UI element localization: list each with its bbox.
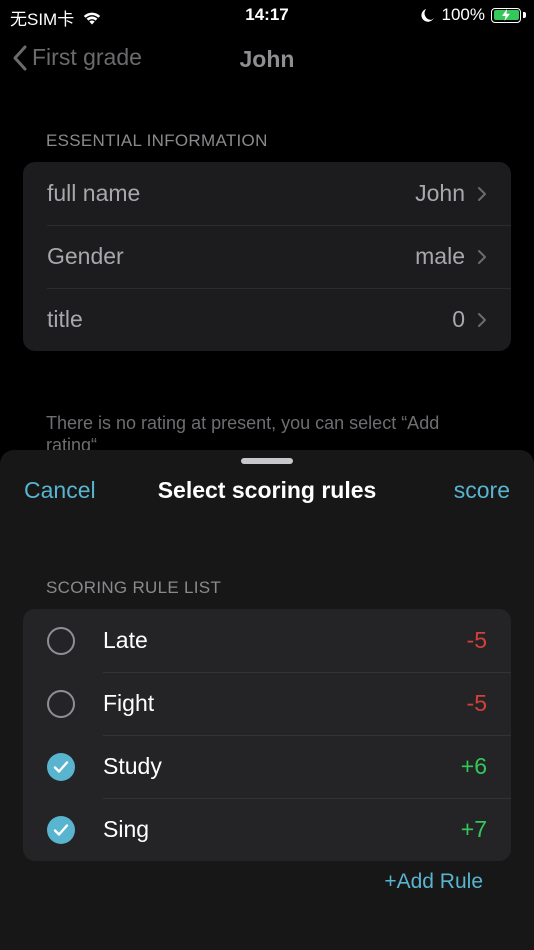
rule-name: Study [103,753,162,779]
row-gender[interactable]: Gender male [23,225,511,288]
row-full-name[interactable]: full name John [23,162,511,225]
rule-row-fight[interactable]: Fight -5 [23,672,511,735]
status-right: 100% [420,5,526,25]
radio-unchecked[interactable] [47,689,75,718]
row-label: full name [47,180,141,206]
rules-card: Late -5 Fight -5 Study +6 Sing +7 [23,609,511,861]
row-value: 0 [452,306,465,332]
rule-list-header: SCORING RULE LIST [46,578,222,597]
checkmark-icon [53,823,69,836]
radio-unchecked[interactable] [47,626,75,655]
status-bar: 无SIM卡 14:17 100% [0,0,534,32]
sheet-grabber[interactable] [241,458,293,464]
moon-icon [420,9,434,22]
rule-name: Late [103,627,148,653]
chevron-right-icon [478,312,486,327]
rule-name: Sing [103,816,150,842]
sheet-header: Cancel Select scoring rules score [0,474,534,506]
essential-card: full name John Gender male title 0 [23,162,511,351]
rule-score: +7 [460,816,487,842]
row-value: John [415,180,465,206]
radio-checked[interactable] [47,752,75,781]
rule-score: +6 [460,753,487,779]
chevron-right-icon [478,186,486,201]
row-label: Gender [47,243,124,269]
add-rule-button[interactable]: +Add Rule [384,870,483,894]
rule-name: Fight [103,690,155,716]
rule-row-study[interactable]: Study +6 [23,735,511,798]
screen: 无SIM卡 14:17 100% First grade John ESSENT… [0,0,534,950]
battery-percent: 100% [441,5,485,24]
rule-row-sing[interactable]: Sing +7 [23,798,511,861]
battery-cap [523,12,526,18]
rule-score: -5 [466,627,487,653]
checkmark-icon [53,760,69,773]
row-value: male [415,243,465,269]
radio-checked[interactable] [47,815,75,844]
page-title: John [239,46,295,72]
row-label: title [47,306,83,332]
row-title[interactable]: title 0 [23,288,511,351]
score-button[interactable]: score [454,477,510,504]
chevron-right-icon [478,249,486,264]
rule-row-late[interactable]: Late -5 [23,609,511,672]
nav-bar: First grade John [0,36,534,84]
battery-charging-icon [491,7,521,23]
essential-section-header: ESSENTIAL INFORMATION [46,131,268,150]
scoring-rules-sheet: Cancel Select scoring rules score SCORIN… [0,450,534,950]
rule-score: -5 [466,690,487,716]
